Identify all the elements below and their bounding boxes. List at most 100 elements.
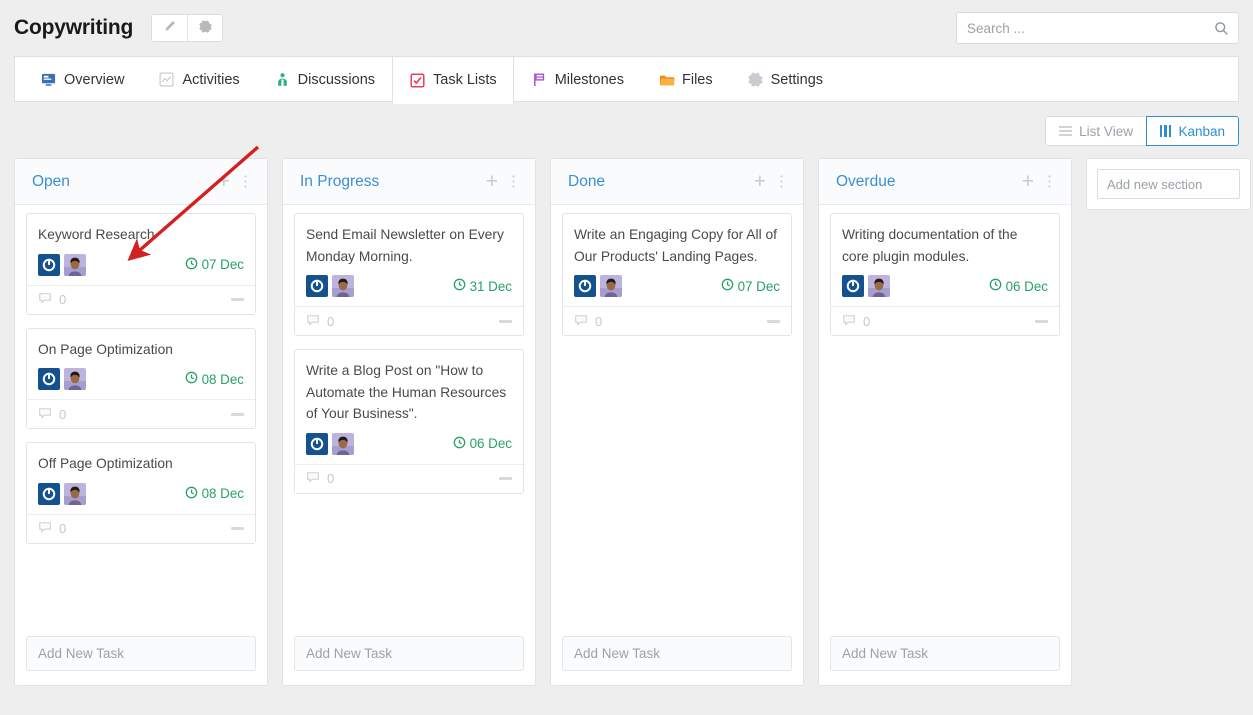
collapse-task-icon[interactable] (231, 298, 244, 302)
tab-settings[interactable]: Settings (730, 56, 840, 103)
task-title[interactable]: Off Page Optimization (38, 453, 244, 475)
task-title[interactable]: Writing documentation of the core plugin… (842, 224, 1048, 267)
task-title[interactable]: Write an Engaging Copy for All of Our Pr… (574, 224, 780, 267)
collapse-task-icon[interactable] (231, 527, 244, 531)
task-card[interactable]: On Page Optimization 08 Dec 0 (26, 327, 256, 430)
column-menu-button[interactable]: ⋮ (1040, 174, 1059, 189)
tab-overview[interactable]: Overview (23, 56, 141, 103)
column-menu-button[interactable]: ⋮ (772, 174, 791, 189)
list-view-button[interactable]: List View (1045, 116, 1147, 146)
search-input[interactable] (957, 20, 1214, 36)
column-menu-button[interactable]: ⋮ (504, 174, 523, 189)
collapse-task-icon[interactable] (1035, 319, 1048, 323)
task-card[interactable]: Write an Engaging Copy for All of Our Pr… (562, 213, 792, 337)
column-header: In Progress + ⋮ (283, 159, 535, 205)
task-card-body: Write an Engaging Copy for All of Our Pr… (563, 214, 791, 306)
tab-activities[interactable]: Activities (141, 56, 256, 103)
task-card[interactable]: Send Email Newsletter on Every Monday Mo… (294, 213, 524, 337)
collapse-task-icon[interactable] (767, 319, 780, 323)
edit-project-button[interactable] (152, 15, 188, 41)
add-task-to-column-button[interactable]: + (748, 171, 772, 192)
collapse-task-icon[interactable] (231, 412, 244, 416)
gravatar-logo-avatar[interactable] (306, 275, 328, 298)
tab-files[interactable]: Files (641, 56, 730, 103)
column-title[interactable]: In Progress (300, 173, 480, 191)
task-comment-count[interactable]: 0 (38, 406, 66, 423)
column-footer (15, 636, 267, 685)
tab-task-lists[interactable]: Task Lists (392, 56, 514, 104)
collapse-task-icon[interactable] (499, 319, 512, 323)
add-task-to-column-button[interactable]: + (212, 171, 236, 192)
task-comment-count[interactable]: 0 (38, 291, 66, 308)
task-card-body: Off Page Optimization 08 Dec (27, 443, 255, 514)
collapse-task-icon[interactable] (499, 477, 512, 481)
task-card[interactable]: Off Page Optimization 08 Dec 0 (26, 442, 256, 544)
task-comment-count[interactable]: 0 (574, 313, 602, 330)
user-photo-avatar[interactable] (64, 368, 86, 391)
task-due-date: 08 Dec (185, 371, 244, 387)
gravatar-logo-avatar[interactable] (574, 275, 596, 298)
list-view-label: List View (1079, 123, 1133, 139)
add-new-task-input[interactable] (830, 636, 1060, 671)
column-title[interactable]: Open (32, 173, 212, 191)
kanban-column: In Progress + ⋮ Send Email Newsletter on Ev… (282, 158, 536, 686)
task-title[interactable]: Send Email Newsletter on Every Monday Mo… (306, 224, 512, 267)
task-due-date: 31 Dec (453, 278, 512, 294)
add-task-to-column-button[interactable]: + (480, 171, 504, 192)
top-bar: Copywriting (0, 0, 1253, 56)
task-assignees (306, 432, 354, 455)
search-icon[interactable] (1214, 21, 1238, 36)
clock-icon (453, 278, 466, 294)
task-due-date: 07 Dec (721, 278, 780, 294)
gravatar-logo-avatar[interactable] (842, 275, 864, 298)
task-comment-count[interactable]: 0 (38, 520, 66, 537)
user-photo-avatar[interactable] (64, 482, 86, 505)
gravatar-logo-avatar[interactable] (38, 253, 60, 276)
gravatar-logo-avatar[interactable] (306, 432, 328, 455)
kanban-view-button[interactable]: Kanban (1145, 116, 1239, 146)
task-comment-count[interactable]: 0 (306, 470, 334, 487)
search-box[interactable] (956, 12, 1239, 44)
task-comment-count[interactable]: 0 (842, 313, 870, 330)
column-menu-button[interactable]: ⋮ (236, 174, 255, 189)
project-settings-button[interactable] (187, 15, 223, 41)
add-new-section-input[interactable] (1097, 169, 1240, 199)
add-new-task-input[interactable] (26, 636, 256, 671)
task-title[interactable]: Keyword Research (38, 224, 244, 246)
task-title[interactable]: Write a Blog Post on "How to Automate th… (306, 360, 512, 425)
column-cards: Keyword Research 07 Dec 0 On Page Optimizat… (15, 205, 267, 636)
task-comment-count[interactable]: 0 (306, 313, 334, 330)
user-photo-avatar[interactable] (600, 275, 622, 298)
task-card-body: Writing documentation of the core plugin… (831, 214, 1059, 306)
gear-icon (198, 20, 212, 36)
task-card[interactable]: Writing documentation of the core plugin… (830, 213, 1060, 337)
add-new-task-input[interactable] (294, 636, 524, 671)
task-card-footer: 0 (295, 463, 523, 493)
user-photo-avatar[interactable] (332, 275, 354, 298)
task-meta: 06 Dec (306, 432, 512, 455)
tab-milestones[interactable]: Milestones (514, 56, 641, 103)
user-photo-avatar[interactable] (64, 253, 86, 276)
task-due-date-label: 07 Dec (737, 278, 780, 294)
task-meta: 06 Dec (842, 275, 1048, 298)
comment-icon (842, 313, 856, 330)
task-assignees (574, 275, 622, 298)
files-icon (658, 71, 675, 88)
tab-milestones-label: Milestones (554, 71, 624, 88)
user-photo-avatar[interactable] (332, 432, 354, 455)
task-comment-count-label: 0 (59, 292, 67, 308)
add-task-to-column-button[interactable]: + (1016, 171, 1040, 192)
gravatar-logo-avatar[interactable] (38, 482, 60, 505)
user-photo-avatar[interactable] (868, 275, 890, 298)
task-title[interactable]: On Page Optimization (38, 339, 244, 361)
page-title: Copywriting (14, 16, 134, 39)
add-new-task-input[interactable] (562, 636, 792, 671)
task-card[interactable]: Write a Blog Post on "How to Automate th… (294, 349, 524, 494)
comment-icon (38, 520, 52, 537)
task-card[interactable]: Keyword Research 07 Dec 0 (26, 213, 256, 315)
column-title[interactable]: Overdue (836, 173, 1016, 191)
task-due-date: 07 Dec (185, 257, 244, 273)
tab-discussions[interactable]: Discussions (257, 56, 392, 103)
column-title[interactable]: Done (568, 173, 748, 191)
gravatar-logo-avatar[interactable] (38, 368, 60, 391)
